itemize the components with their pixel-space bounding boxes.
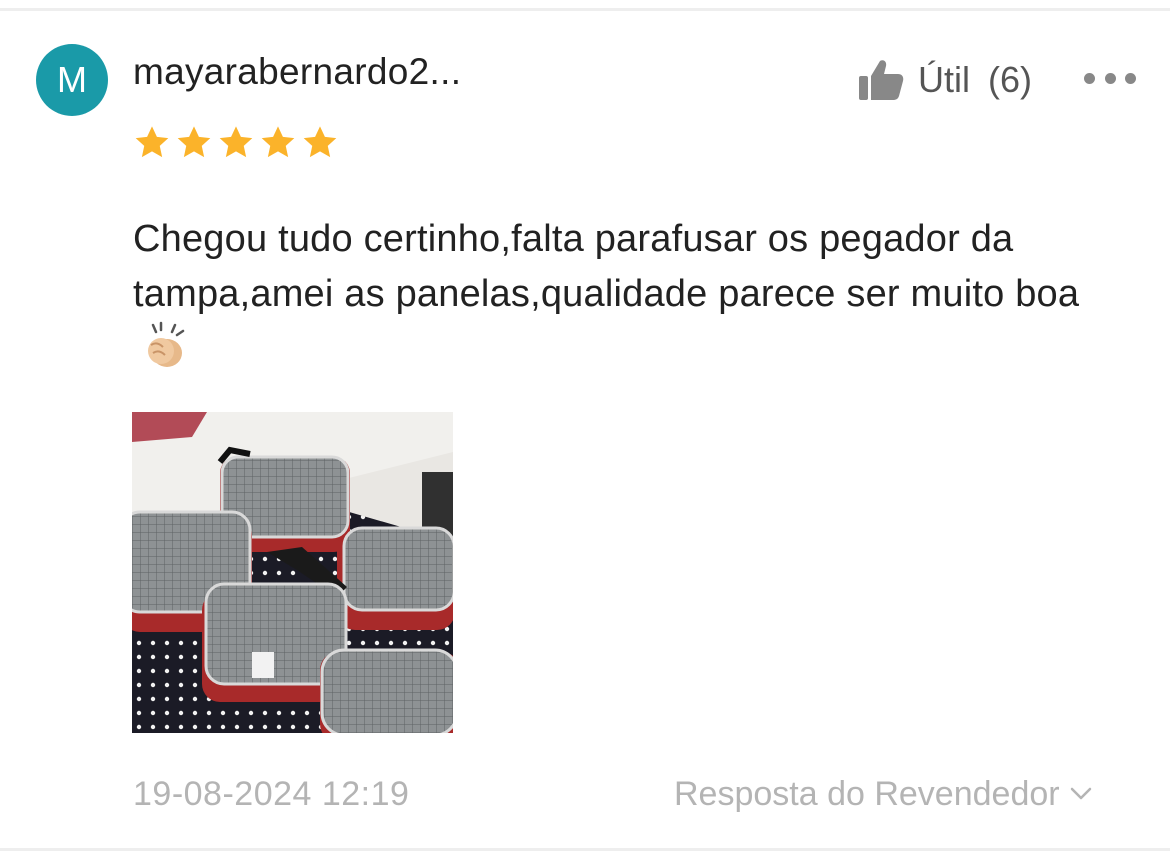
star-icon [217, 124, 255, 162]
thumbs-up-icon [859, 60, 904, 100]
helpful-count: (6) [988, 59, 1032, 100]
more-dot [1125, 72, 1136, 84]
review-text: Chegou tudo certinho,falta parafusar os … [133, 212, 1113, 387]
more-options-icon[interactable] [1084, 66, 1136, 90]
review-timestamp: 19-08-2024 12:19 [133, 775, 410, 813]
more-dot [1104, 72, 1116, 84]
seller-reply-label: Resposta do Revendedor [674, 774, 1060, 813]
reviewer-username[interactable]: mayarabernardo2... [133, 50, 461, 94]
helpful-button[interactable]: Útil (6) [858, 56, 1032, 104]
avatar-initial: M [57, 59, 87, 100]
more-dot [1084, 72, 1095, 84]
avatar[interactable]: M [36, 44, 108, 116]
star-icon [301, 124, 339, 162]
star-icon [259, 124, 297, 162]
star-rating [133, 124, 339, 162]
seller-reply-toggle[interactable]: Resposta do Revendedor [674, 772, 1092, 816]
chevron-down-icon [1070, 787, 1091, 800]
star-icon [133, 124, 171, 162]
star-icon [175, 124, 213, 162]
clapping-hands-icon [139, 321, 189, 387]
helpful-label: Útil [918, 59, 970, 100]
top-divider [0, 8, 1170, 11]
review-photo[interactable] [132, 412, 453, 733]
review-body: Chegou tudo certinho,falta parafusar os … [133, 218, 1080, 315]
